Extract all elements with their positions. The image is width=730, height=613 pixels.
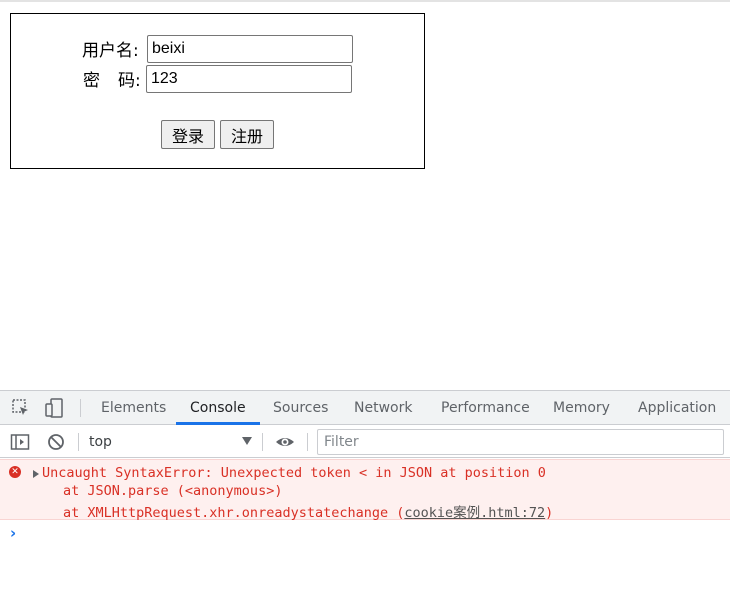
register-button[interactable]: 注册 (220, 120, 274, 149)
devtools-tabbar: Elements Console Sources Network Perform… (0, 391, 730, 425)
tab-network[interactable]: Network (354, 391, 412, 425)
clear-console-icon[interactable] (46, 432, 66, 452)
device-toolbar-icon[interactable] (44, 398, 64, 418)
inspect-element-icon[interactable] (11, 398, 31, 418)
console-toolbar: top Filter (0, 425, 730, 458)
source-link[interactable]: cookie案例.html:72 (404, 505, 545, 521)
tab-memory[interactable]: Memory (553, 391, 610, 425)
login-form: 用户名: beixi 密码: 123 登录 注册 (10, 13, 425, 169)
console-prompt[interactable]: › (0, 521, 730, 545)
eye-icon[interactable] (275, 432, 295, 452)
tabbar-separator (80, 399, 81, 417)
console-sidebar-icon[interactable] (10, 432, 30, 452)
prompt-chevron-icon: › (10, 524, 17, 542)
error-icon: ✕ (9, 466, 21, 478)
password-label-char-1: 密 (83, 71, 100, 91)
password-input[interactable]: 123 (146, 65, 352, 93)
tab-sources[interactable]: Sources (273, 391, 328, 425)
expand-triangle-icon[interactable] (33, 470, 39, 478)
tab-console[interactable]: Console (190, 391, 246, 425)
login-button[interactable]: 登录 (161, 120, 215, 149)
username-input[interactable]: beixi (147, 35, 353, 63)
tab-performance[interactable]: Performance (441, 391, 530, 425)
page-top-border (0, 0, 730, 2)
error-line-2: at JSON.parse (<anonymous>) (63, 483, 283, 499)
error-line-3-suffix: ) (545, 505, 554, 521)
console-filter-input[interactable]: Filter (317, 429, 724, 455)
dropdown-arrow-icon (242, 437, 252, 445)
username-label: 用户名: (82, 41, 139, 61)
error-line-3: at XMLHttpRequest.xhr.onreadystatechange… (63, 501, 553, 521)
devtools-panel: Elements Console Sources Network Perform… (0, 390, 730, 613)
context-selector[interactable]: top (89, 431, 254, 453)
tab-elements[interactable]: Elements (101, 391, 166, 425)
error-line-1: Uncaught SyntaxError: Unexpected token <… (42, 465, 546, 481)
password-label: 密码: (83, 66, 141, 91)
console-error-message: ✕ Uncaught SyntaxError: Unexpected token… (0, 459, 730, 521)
toolbar-separator (78, 433, 79, 451)
toolbar-separator-2 (262, 433, 263, 451)
context-value: top (89, 434, 112, 450)
tab-application[interactable]: Application (638, 391, 716, 425)
password-label-char-2: 码: (118, 71, 141, 91)
toolbar-separator-3 (307, 433, 308, 451)
error-line-3-prefix: at XMLHttpRequest.xhr.onreadystatechange… (63, 505, 405, 521)
